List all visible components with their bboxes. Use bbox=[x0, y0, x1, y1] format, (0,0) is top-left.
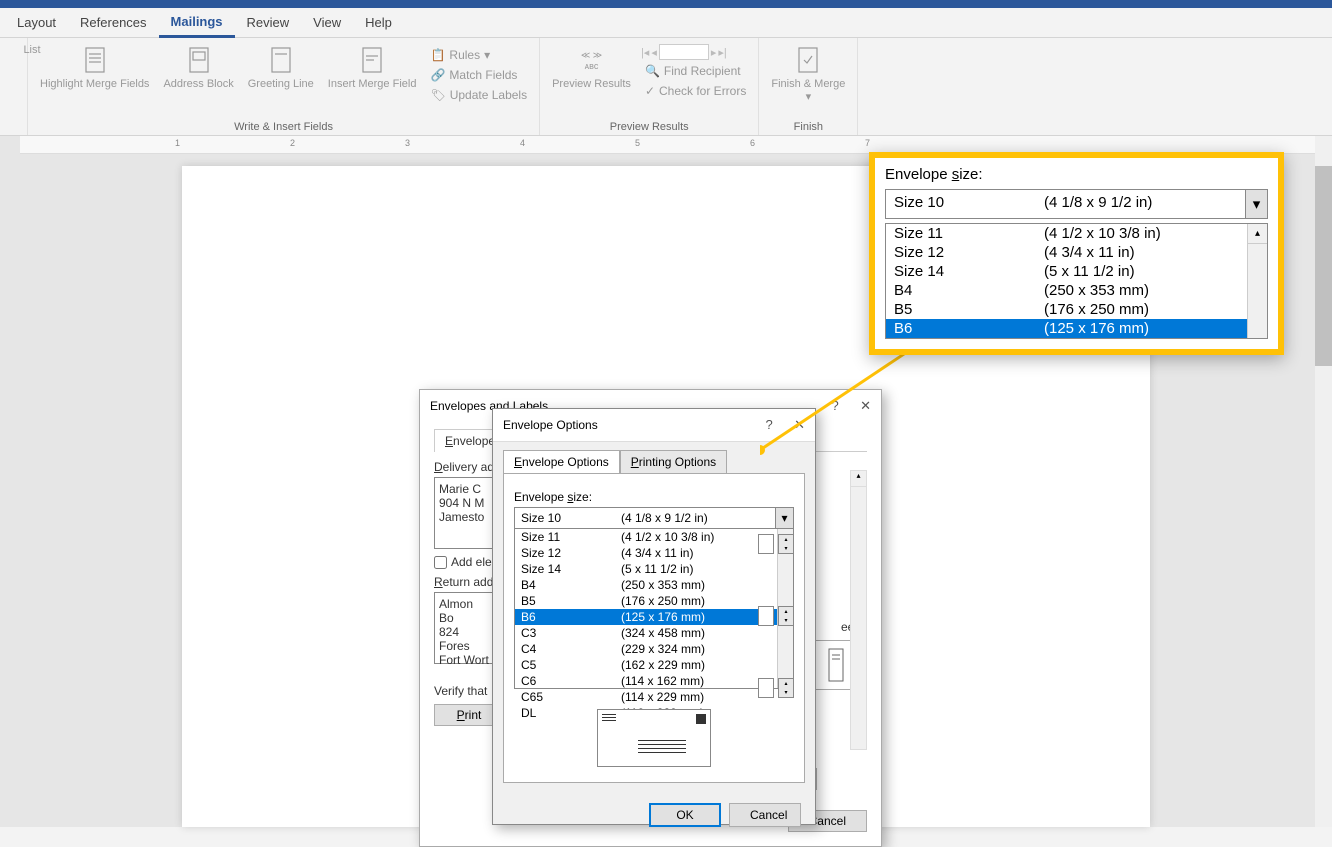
callout-option-size-11[interactable]: Size 11(4 1/2 x 10 3/8 in) bbox=[886, 224, 1247, 243]
tab-view[interactable]: View bbox=[301, 9, 353, 36]
chevron-down-icon-callout[interactable]: ▾ bbox=[1245, 190, 1267, 218]
size-option-size-11[interactable]: Size 11(4 1/2 x 10 3/8 in) bbox=[515, 529, 777, 545]
tab-references[interactable]: References bbox=[68, 9, 158, 36]
callout-size-label: Envelope size: bbox=[875, 158, 1278, 189]
next-record-icon[interactable]: ▸ bbox=[711, 46, 717, 59]
callout-combo[interactable]: Size 10 (4 1/8 x 9 1/2 in) ▾ bbox=[885, 189, 1268, 219]
envelope-size-label: Envelope size: bbox=[514, 490, 794, 504]
greeting-line-button[interactable]: Greeting Line bbox=[244, 42, 318, 92]
scroll-up-icon-callout[interactable]: ▴ bbox=[1248, 224, 1267, 244]
envelope-feed-icon bbox=[821, 647, 851, 683]
size-option-b5[interactable]: B5(176 x 250 mm) bbox=[515, 593, 777, 609]
tab-printing-options[interactable]: Printing Options bbox=[620, 450, 727, 473]
size-option-c3[interactable]: C3(324 x 458 mm) bbox=[515, 625, 777, 641]
tab-mailings[interactable]: Mailings bbox=[159, 8, 235, 38]
envelope-preview bbox=[597, 709, 711, 767]
callout-dropdown: Size 11(4 1/2 x 10 3/8 in)Size 12(4 3/4 … bbox=[885, 223, 1268, 339]
dialog1-scrollbar[interactable]: ▴ bbox=[850, 470, 867, 750]
options-dialog-title: Envelope Options bbox=[503, 418, 598, 432]
callout-scrollbar[interactable]: ▴ bbox=[1247, 224, 1267, 338]
preview-results-button[interactable]: ≪ ≫ᴀʙᴄ Preview Results bbox=[548, 42, 635, 92]
check-errors-button[interactable]: ✓Check for Errors bbox=[641, 82, 750, 100]
match-fields-button[interactable]: 🔗Match Fields bbox=[426, 66, 531, 84]
tab-layout[interactable]: Layout bbox=[5, 9, 68, 36]
callout-option-size-14[interactable]: Size 14(5 x 11 1/2 in) bbox=[886, 262, 1247, 281]
envelope-size-combo[interactable]: Size 10 (4 1/8 x 9 1/2 in) ▾ bbox=[514, 507, 794, 529]
tab-envelope-options[interactable]: Envelope Options bbox=[503, 450, 620, 473]
record-nav[interactable]: |◂ ◂ ▸ ▸| bbox=[641, 44, 750, 60]
add-electronic-label: Add ele bbox=[451, 555, 492, 569]
tab-review[interactable]: Review bbox=[235, 9, 302, 36]
size-option-size-12[interactable]: Size 12(4 3/4 x 11 in) bbox=[515, 545, 777, 561]
ribbon: List Highlight Merge Fields Address Bloc… bbox=[0, 38, 1332, 136]
prev-record-icon[interactable]: ◂ bbox=[651, 46, 657, 59]
address-block-button[interactable]: Address Block bbox=[159, 42, 237, 92]
group-preview-label: Preview Results bbox=[548, 119, 750, 133]
add-electronic-checkbox[interactable] bbox=[434, 556, 447, 569]
delivery-address-input[interactable]: Marie C904 N MJamesto bbox=[434, 477, 494, 549]
find-recipient-button[interactable]: 🔍Find Recipient bbox=[641, 62, 750, 80]
size-option-c6[interactable]: C6(114 x 162 mm) bbox=[515, 673, 777, 689]
callout-option-b6[interactable]: B6(125 x 176 mm) bbox=[886, 319, 1247, 338]
size-option-b6[interactable]: B6(125 x 176 mm) bbox=[515, 609, 777, 625]
spinner-3[interactable]: ▴▾ bbox=[758, 678, 794, 698]
insert-merge-field-button[interactable]: Insert Merge Field bbox=[324, 42, 421, 92]
envelope-options-dialog: Envelope Options ? ✕ Envelope Options Pr… bbox=[492, 408, 816, 825]
callout-option-size-12[interactable]: Size 12(4 3/4 x 11 in) bbox=[886, 243, 1247, 262]
highlight-merge-fields-button[interactable]: Highlight Merge Fields bbox=[36, 42, 153, 92]
tab-help[interactable]: Help bbox=[353, 9, 404, 36]
rules-icon: 📋 bbox=[430, 48, 445, 62]
size-option-c5[interactable]: C5(162 x 229 mm) bbox=[515, 657, 777, 673]
spinner-2[interactable]: ▴▾ bbox=[758, 606, 794, 626]
search-icon: 🔍 bbox=[645, 64, 660, 78]
size-option-size-14[interactable]: Size 14(5 x 11 1/2 in) bbox=[515, 561, 777, 577]
size-option-c65[interactable]: C65(114 x 229 mm) bbox=[515, 689, 777, 705]
record-number-input[interactable] bbox=[659, 44, 709, 60]
first-record-icon[interactable]: |◂ bbox=[641, 46, 649, 59]
match-icon: 🔗 bbox=[430, 68, 445, 82]
return-address-input[interactable]: Almon Bo824 ForesFort Wort bbox=[434, 592, 494, 664]
ok-button[interactable]: OK bbox=[649, 803, 721, 827]
group-finish-label: Finish bbox=[767, 119, 849, 133]
finish-merge-button[interactable]: Finish & Merge ▾ bbox=[767, 42, 849, 105]
update-icon: 🏷 bbox=[430, 88, 445, 102]
callout-zoom: Envelope size: Size 10 (4 1/8 x 9 1/2 in… bbox=[869, 152, 1284, 355]
cancel-button-2[interactable]: Cancel bbox=[729, 803, 801, 827]
ribbon-tabs: Layout References Mailings Review View H… bbox=[0, 8, 1332, 38]
size-option-c4[interactable]: C4(229 x 324 mm) bbox=[515, 641, 777, 657]
size-option-b4[interactable]: B4(250 x 353 mm) bbox=[515, 577, 777, 593]
update-labels-button[interactable]: 🏷Update Labels bbox=[426, 86, 531, 104]
spinner-1[interactable]: ▴▾ bbox=[758, 534, 794, 554]
callout-option-b4[interactable]: B4(250 x 353 mm) bbox=[886, 281, 1247, 300]
last-record-icon[interactable]: ▸| bbox=[718, 46, 726, 59]
rules-button[interactable]: 📋Rules ▾ bbox=[426, 46, 531, 64]
group-write-insert-label: Write & Insert Fields bbox=[36, 119, 531, 133]
envelope-size-dropdown: Size 11(4 1/2 x 10 3/8 in)Size 12(4 3/4 … bbox=[514, 529, 794, 689]
vertical-scrollbar[interactable] bbox=[1315, 136, 1332, 827]
check-icon: ✓ bbox=[645, 84, 655, 98]
chevron-down-icon[interactable]: ▾ bbox=[775, 508, 793, 528]
callout-option-b5[interactable]: B5(176 x 250 mm) bbox=[886, 300, 1247, 319]
